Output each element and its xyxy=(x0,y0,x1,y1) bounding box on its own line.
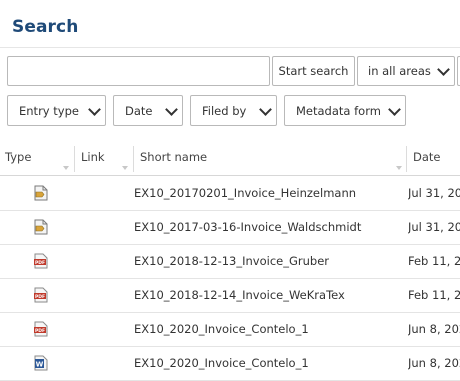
row-date: Feb 11, 2020 xyxy=(408,288,460,302)
chevron-down-icon xyxy=(388,102,401,116)
filter-entry-type-label: Entry type xyxy=(19,103,79,118)
table-row[interactable]: PDF EX10_2018-12-14_Invoice_WeKraTex Feb… xyxy=(0,278,460,313)
table-row[interactable]: EX10_20170201_Invoice_Heinzelmann Jul 31… xyxy=(0,176,460,211)
pdf-icon: PDF xyxy=(34,253,48,269)
svg-text:PDF: PDF xyxy=(35,294,45,300)
column-header-link[interactable]: Link xyxy=(81,150,105,164)
column-divider[interactable] xyxy=(133,146,134,172)
sort-caret-icon[interactable] xyxy=(396,166,402,170)
column-header-date[interactable]: Date xyxy=(413,150,441,164)
pdf-icon: PDF xyxy=(34,287,48,303)
filter-filed-by-label: Filed by xyxy=(202,103,247,118)
filter-date[interactable]: Date xyxy=(113,95,183,126)
column-divider[interactable] xyxy=(74,146,75,172)
table-row[interactable]: EX10_2017-03-16-Invoice_Waldschmidt Jul … xyxy=(0,210,460,245)
svg-text:PDF: PDF xyxy=(35,260,45,266)
row-date: Jul 31, 2019 xyxy=(408,186,460,200)
filter-metadata-form-label: Metadata form xyxy=(296,103,381,118)
word-document-icon: W xyxy=(34,355,48,371)
row-date: Jun 8, 2020 xyxy=(408,322,460,336)
generic-document-icon xyxy=(34,185,48,201)
sort-caret-icon[interactable] xyxy=(63,166,69,170)
table-row[interactable]: W EX10_2020_Invoice_Contelo_1 Jun 8, 202… xyxy=(0,346,460,381)
search-input[interactable] xyxy=(7,56,270,86)
start-search-button[interactable]: Start search xyxy=(272,56,355,86)
filter-metadata-form[interactable]: Metadata form xyxy=(284,95,406,126)
table-header: Type Link Short name Date xyxy=(0,142,460,176)
table-row[interactable]: PDF EX10_2018-12-13_Invoice_Gruber Feb 1… xyxy=(0,244,460,279)
row-date: Feb 11, 2020 xyxy=(408,254,460,268)
row-short-name: EX10_2018-12-13_Invoice_Gruber xyxy=(134,254,330,268)
filter-date-label: Date xyxy=(125,103,153,118)
generic-document-icon xyxy=(34,219,48,235)
title-divider xyxy=(0,47,460,48)
area-select-label: in all areas xyxy=(368,64,431,78)
svg-text:PDF: PDF xyxy=(35,328,45,334)
table-row[interactable]: PDF EX10_2020_Invoice_Contelo_1 Jun 8, 2… xyxy=(0,312,460,347)
row-short-name: EX10_20170201_Invoice_Heinzelmann xyxy=(134,186,357,200)
svg-text:W: W xyxy=(36,360,44,368)
row-date: Jul 31, 2019 xyxy=(408,220,460,234)
filter-filed-by[interactable]: Filed by xyxy=(190,95,277,126)
row-short-name: EX10_2018-12-14_Invoice_WeKraTex xyxy=(134,288,345,302)
row-short-name: EX10_2017-03-16-Invoice_Waldschmidt xyxy=(134,220,362,234)
column-header-short-name[interactable]: Short name xyxy=(140,150,207,164)
page-title: Search xyxy=(12,17,79,37)
chevron-down-icon xyxy=(165,102,178,116)
column-header-type[interactable]: Type xyxy=(5,150,31,164)
column-divider[interactable] xyxy=(406,146,407,172)
filter-entry-type[interactable]: Entry type xyxy=(7,95,106,126)
chevron-down-icon xyxy=(437,63,450,76)
chevron-down-icon xyxy=(259,102,272,116)
chevron-down-icon xyxy=(88,102,101,116)
sort-caret-icon[interactable] xyxy=(122,166,128,170)
row-short-name: EX10_2020_Invoice_Contelo_1 xyxy=(134,356,309,370)
row-short-name: EX10_2020_Invoice_Contelo_1 xyxy=(134,322,309,336)
row-date: Jun 8, 2020 xyxy=(408,356,460,370)
pdf-icon: PDF xyxy=(34,321,48,337)
area-select[interactable]: in all areas xyxy=(357,56,455,86)
